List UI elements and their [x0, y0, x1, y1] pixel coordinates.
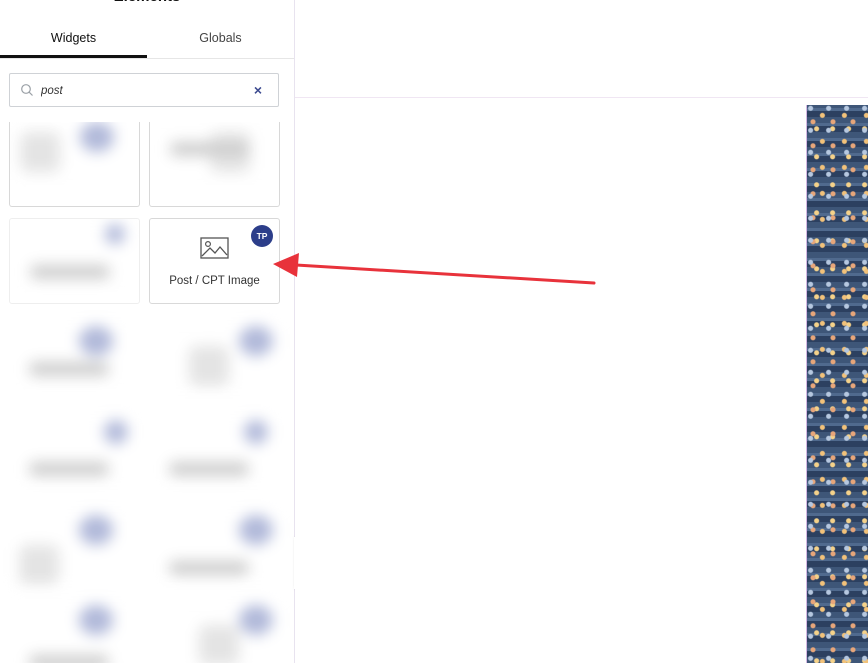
elements-panel: Elements Widgets Globals × TP Post / CPT…	[0, 0, 295, 663]
blurred-widget	[149, 505, 278, 589]
city-photo	[806, 105, 868, 663]
tab-widgets[interactable]: Widgets	[0, 20, 147, 58]
widget-card-post-cpt-image[interactable]: TP Post / CPT Image	[149, 218, 280, 304]
panel-title: Elements	[0, 0, 294, 8]
widget-search: ×	[9, 73, 279, 107]
blurred-widget	[9, 316, 138, 400]
blurred-widget	[149, 595, 278, 663]
widget-label: Post / CPT Image	[169, 275, 260, 287]
blurred-content	[10, 219, 139, 303]
tp-badge: TP	[251, 225, 273, 247]
blurred-content	[10, 122, 139, 196]
widget-card-blurred[interactable]	[149, 122, 280, 207]
close-icon[interactable]: ×	[254, 81, 262, 99]
image-icon	[200, 237, 229, 259]
widget-card-blurred[interactable]	[9, 218, 140, 304]
blurred-widget	[9, 595, 138, 663]
blurred-widget	[9, 410, 138, 494]
canvas-section	[295, 98, 868, 663]
widget-card-blurred[interactable]	[9, 122, 140, 207]
search-icon	[21, 84, 33, 96]
search-input[interactable]	[39, 80, 243, 102]
blurred-widget	[9, 505, 138, 589]
blurred-content	[150, 122, 279, 196]
panel-tabs: Widgets Globals	[0, 20, 294, 59]
canvas-header-area	[295, 0, 868, 98]
tab-globals[interactable]: Globals	[147, 20, 294, 56]
blurred-widget	[149, 316, 278, 400]
blurred-widget	[149, 410, 278, 494]
